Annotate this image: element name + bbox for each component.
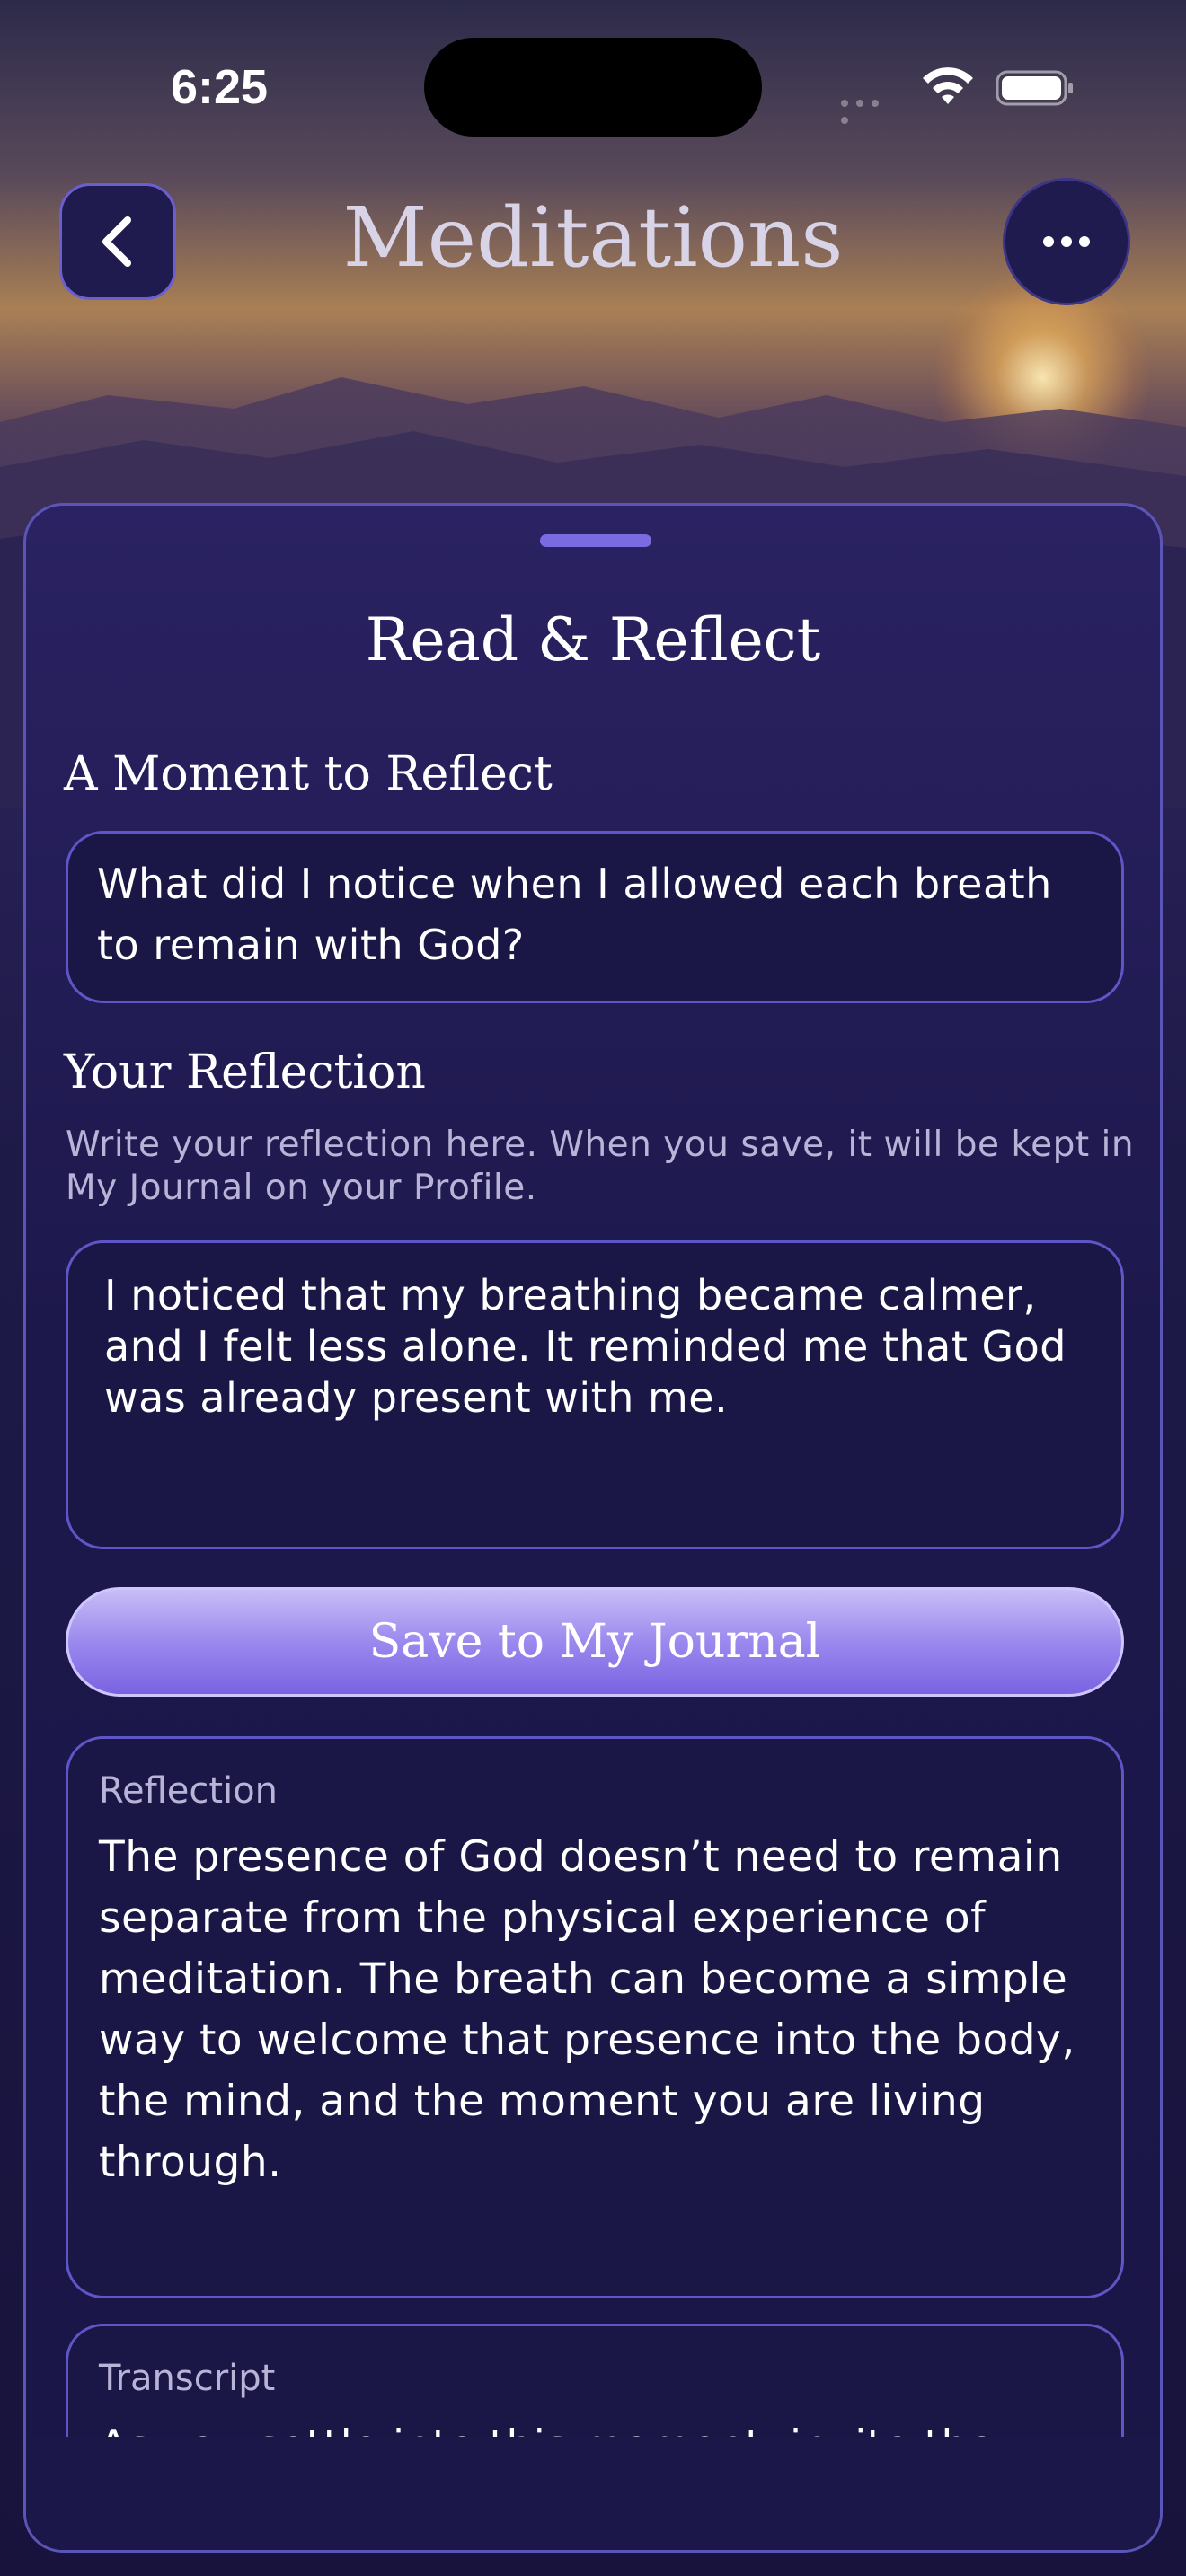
reflection-prompt-box: What did I notice when I allowed each br… [66,831,1124,1003]
reflection-card-body: The presence of God doesn’t need to rema… [99,1832,1075,2187]
battery-icon [996,70,1073,106]
wifi-icon [923,67,973,104]
reflection-card-label: Reflection [99,1770,279,1812]
back-button[interactable] [59,183,176,300]
chevron-left-icon [102,216,131,267]
cellular-signal-icon [841,93,900,124]
sheet-bottom-fade [26,2437,1160,2550]
dynamic-island [424,38,762,137]
reflection-card: Reflection The presence of God doesn’t n… [66,1736,1124,2298]
sheet-title: Read & Reflect [365,605,821,675]
status-time: 6:25 [171,60,269,114]
journal-textarea[interactable]: I noticed that my breathing became calme… [66,1240,1124,1549]
sheet-grabber[interactable] [540,534,651,547]
read-reflect-sheet: Read & Reflect A Moment to Reflect What … [23,503,1163,2553]
journal-entry-text: I noticed that my breathing became calme… [104,1271,1067,1422]
ellipsis-icon [1043,236,1090,247]
more-options-button[interactable] [1003,178,1130,305]
page-title: Meditations [342,190,844,286]
moment-heading: A Moment to Reflect [64,747,553,801]
your-reflection-heading: Your Reflection [64,1045,426,1099]
save-to-journal-button[interactable]: Save to My Journal [66,1587,1124,1697]
reflection-hint: Write your reflection here. When you sav… [66,1125,1135,1208]
reflection-prompt: What did I notice when I allowed each br… [97,860,1052,969]
transcript-card-label: Transcript [99,2358,276,2399]
